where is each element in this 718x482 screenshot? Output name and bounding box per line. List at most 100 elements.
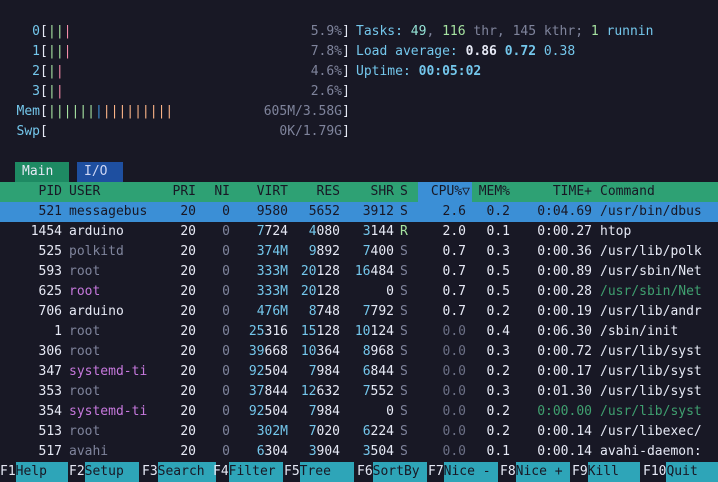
- fkey-label: Filter: [228, 462, 283, 482]
- meter-bracket-open: [: [40, 104, 48, 119]
- cell-pid: 1: [54, 324, 62, 339]
- fkey-kill[interactable]: F9Kill: [572, 462, 640, 482]
- cell-mem: 0.4: [486, 324, 510, 339]
- load-one: 0.86: [465, 44, 497, 59]
- column-header-shr[interactable]: SHR: [342, 182, 394, 202]
- fkey-label: Tree: [299, 462, 354, 482]
- process-row[interactable]: 1 root 20 0 25316 15128 10124 S 0.0 0.4 0:06.30/sb…: [0, 322, 718, 342]
- fkey-tree[interactable]: F5Tree: [284, 462, 354, 482]
- cell-cpu: 0.0: [442, 344, 466, 359]
- cell-mem: 0.1: [486, 224, 510, 239]
- cell-pri: 20: [180, 404, 196, 419]
- column-header-mem[interactable]: MEM%: [472, 182, 510, 202]
- fkey-key: F5: [284, 464, 300, 479]
- cell-ni: 0: [222, 424, 230, 439]
- process-table-header: PID USER PRI NI VIRT RES SHR S CPU%▽ MEM…: [0, 182, 718, 202]
- cpu-bar-segment: |: [48, 44, 56, 59]
- fkey-setup[interactable]: F2Setup: [69, 462, 139, 482]
- cell-virt: 92504: [248, 404, 288, 419]
- cpu-label: 1: [32, 44, 40, 59]
- process-row[interactable]: 354 systemd-ti 20 0 92504 7984 0 S 0.0 0.2 0:00.00…: [0, 402, 718, 422]
- cell-virt: 333M: [256, 264, 288, 279]
- column-header-state[interactable]: S: [400, 182, 412, 202]
- cpu-bar-segment: |: [55, 64, 64, 79]
- cell-cmd: /usr/lib/syst: [600, 344, 702, 359]
- tasks-threads: 116: [442, 24, 466, 39]
- column-header-res[interactable]: RES: [290, 182, 340, 202]
- fkey-quit[interactable]: F10Quit: [643, 462, 718, 482]
- cpu-bar-segment: |: [48, 64, 56, 79]
- process-row[interactable]: 706 arduino 20 0 476M 8748 7792 S 0.7 0.2 0:00.19 /…: [0, 302, 718, 322]
- cell-shr: 0: [386, 284, 394, 299]
- cpu-label: 3: [32, 84, 40, 99]
- cpu-bars: ||: [48, 62, 64, 82]
- cell-pid: 593: [38, 264, 62, 279]
- cell-time: 0:00.27: [537, 224, 592, 239]
- cell-cmd: /usr/sbin/Net: [600, 264, 702, 279]
- fkey-nice[interactable]: F7Nice -: [428, 462, 498, 482]
- cell-pid: 525: [38, 244, 62, 259]
- process-row[interactable]: 347 systemd-ti 20 0 92504 7984 6844 S 0.0 0.2 0:00…: [0, 362, 718, 382]
- column-header-cpu-sorted[interactable]: CPU%▽: [418, 182, 472, 202]
- cell-pri: 20: [180, 324, 196, 339]
- cell-cmd: /sbin/init: [600, 324, 679, 339]
- tasks-meter: Tasks: 49, 116 thr, 145 kthr; 1 runnin: [356, 22, 716, 42]
- process-row[interactable]: 306 root 20 0 39668 10364 8968 S 0.0 0.3 0:00.72/u…: [0, 342, 718, 362]
- cell-pid: 513: [38, 424, 62, 439]
- process-row[interactable]: 521 messagebus 20 0 9580 5652 3912 S 2.6 0.2 0:04.…: [0, 202, 718, 222]
- column-header-virt[interactable]: VIRT: [232, 182, 288, 202]
- column-header-command[interactable]: Command: [600, 182, 718, 202]
- tasks-sep: ;: [575, 24, 584, 39]
- cell-time: 0:00.72: [537, 344, 592, 359]
- tasks-kthreads: 145: [512, 24, 537, 39]
- cell-pri: 20: [180, 204, 196, 219]
- column-header-pri[interactable]: PRI: [164, 182, 196, 202]
- cell-pid: 706: [38, 304, 62, 319]
- cell-mem: 0.2: [486, 204, 510, 219]
- cell-ni: 0: [222, 384, 230, 399]
- cell-s: S: [400, 404, 408, 419]
- cell-s: S: [400, 284, 408, 299]
- column-header-pid[interactable]: PID: [0, 182, 62, 202]
- process-row[interactable]: 1454 arduino 20 0 7724 4080 3144 R 2.0 0.1 0:00.27…: [0, 222, 718, 242]
- process-row[interactable]: 353 root 20 0 37844 12632 7552 S 0.0 0.3 0:01.30/u…: [0, 382, 718, 402]
- process-row[interactable]: 513 root 20 0 302M 7020 6224 S 0.0 0.2 0:00.14/usr…: [0, 422, 718, 442]
- uptime-value: 00:05:02: [418, 64, 482, 79]
- fkey-key: F2: [69, 464, 85, 479]
- cell-ni: 0: [222, 224, 230, 239]
- cell-shr: 7552: [362, 384, 394, 399]
- cell-user: systemd-ti: [69, 404, 148, 419]
- cell-pid: 625: [38, 284, 62, 299]
- cell-pid: 521: [38, 204, 62, 219]
- fkey-sortby[interactable]: F6SortBy: [357, 462, 427, 482]
- tab-main[interactable]: Main: [15, 162, 69, 182]
- cell-cpu: 0.0: [442, 324, 466, 339]
- process-row[interactable]: 625 root 20 0 333M 20128 0 S 0.7 0.5 0:00.28/usr/s…: [0, 282, 718, 302]
- process-row[interactable]: 593 root 20 0 333M 20128 16484 S 0.7 0.5 0:00.89/u…: [0, 262, 718, 282]
- tab-io[interactable]: I/O: [77, 162, 123, 182]
- tasks-sep: ,: [496, 24, 505, 39]
- fkey-help[interactable]: F1Help: [0, 462, 68, 482]
- meter-bracket-open: [: [40, 124, 48, 139]
- cpu-bars: ||: [48, 82, 64, 102]
- cell-pri: 20: [180, 424, 196, 439]
- meter-bracket-open: [: [40, 64, 48, 79]
- column-header-ni[interactable]: NI: [200, 182, 230, 202]
- cell-user: systemd-ti: [69, 364, 148, 379]
- fkey-label: Setup: [84, 462, 139, 482]
- cell-cmd: /usr/sbin/Net: [600, 284, 702, 299]
- column-header-time[interactable]: TIME+: [518, 182, 592, 202]
- cell-virt: 37844: [248, 384, 288, 399]
- fkey-key: F10: [643, 464, 667, 479]
- fkey-search[interactable]: F3Search: [142, 462, 216, 482]
- process-row[interactable]: 525 polkitd 20 0 374M 9892 7400 S 0.7 0.3 0:00.36 /…: [0, 242, 718, 262]
- fkey-nice[interactable]: F8Nice +: [500, 462, 570, 482]
- cpu-bars: |||: [48, 22, 71, 42]
- mem-label: Mem: [16, 104, 40, 119]
- column-header-user[interactable]: USER: [69, 182, 164, 202]
- cell-virt: 374M: [256, 244, 288, 259]
- cell-mem: 0.3: [486, 244, 510, 259]
- process-row[interactable]: 517 avahi 20 0 6304 3904 3504 S 0.0 0.1 0:00.14 ava…: [0, 442, 718, 462]
- fkey-filter[interactable]: F4Filter: [213, 462, 283, 482]
- cell-ni: 0: [222, 444, 230, 459]
